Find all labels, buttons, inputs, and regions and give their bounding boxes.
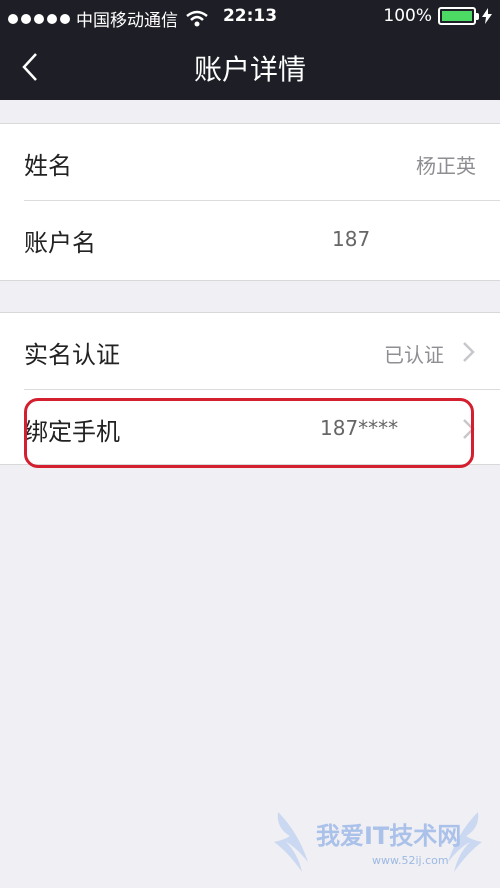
account-name-label: 账户名 [24,229,96,257]
real-name-verification-label: 实名认证 [24,341,120,369]
real-name-verification-row[interactable]: 实名认证 已认证 [0,313,500,390]
battery-percent: 100% [383,6,432,26]
name-row: 姓名 杨正英 [0,124,500,201]
name-value: 杨正英 [416,154,476,178]
account-name-value: 187 [332,227,371,251]
verification-group: 实名认证 已认证 绑定手机 187**** [0,312,500,465]
chevron-right-icon [463,419,475,439]
bound-phone-value: 187**** [320,416,399,440]
watermark-url: www.52ij.com [372,854,449,867]
watermark-text: 我爱IT技术网 [316,822,462,850]
account-info-group: 姓名 杨正英 账户名 187 [0,123,500,281]
navigation-bar: 账户详情 [0,34,500,100]
verification-status: 已认证 [384,343,444,367]
bound-phone-label: 绑定手机 [24,418,120,446]
site-watermark: 我爱IT技术网 www.52ij.com [268,792,488,882]
battery-icon [438,7,479,25]
status-bar: 中国移动通信 22:13 100% [0,0,500,34]
chevron-right-icon [463,342,475,362]
charging-bolt-icon [482,8,492,24]
account-name-row: 账户名 187 [0,201,500,278]
page-title: 账户详情 [193,53,306,86]
bound-phone-row[interactable]: 绑定手机 187**** [0,390,500,467]
status-right: 100% [383,6,492,26]
name-label: 姓名 [24,152,72,180]
